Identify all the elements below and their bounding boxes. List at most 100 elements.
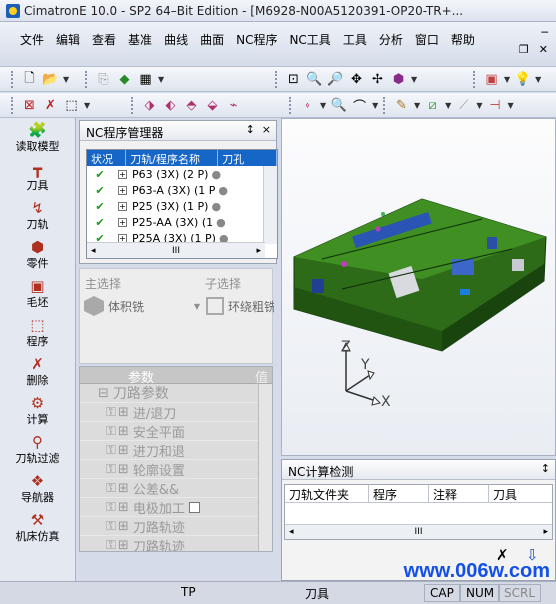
zoom-icon[interactable]: 🔎 bbox=[327, 71, 344, 88]
chevron-down-icon[interactable]: ▼ bbox=[194, 302, 200, 311]
scroll-thumb[interactable]: III bbox=[415, 527, 423, 537]
chevron-down-icon[interactable]: ▼ bbox=[445, 101, 451, 110]
scroll-left-icon[interactable]: ◂ bbox=[91, 246, 96, 256]
chevron-down-icon[interactable]: ▼ bbox=[411, 75, 417, 84]
menu-item[interactable]: 分析 bbox=[373, 31, 409, 48]
zoom-window-icon[interactable]: 🔍 bbox=[306, 71, 323, 88]
chevron-down-icon[interactable]: ▼ bbox=[507, 101, 513, 110]
section-icon[interactable]: ⌒ bbox=[351, 97, 368, 115]
close-icon[interactable]: × bbox=[262, 123, 271, 136]
expand-icon[interactable]: ⊞ bbox=[118, 424, 129, 439]
menu-item[interactable]: 帮助 bbox=[445, 31, 481, 48]
scroll-right-icon[interactable]: ▸ bbox=[256, 246, 261, 256]
minimize-icon[interactable]: ─ bbox=[541, 26, 548, 39]
chevron-down-icon[interactable]: ▼ bbox=[158, 75, 164, 84]
chevron-down-icon[interactable]: ▼ bbox=[504, 75, 510, 84]
box-select-icon[interactable]: ⬚ bbox=[63, 97, 80, 114]
paste-icon[interactable]: ⎘ bbox=[95, 71, 112, 88]
side-item[interactable]: ⬢ 零件 bbox=[0, 235, 75, 274]
side-item[interactable]: ✗ 删除 bbox=[0, 352, 75, 391]
open-file-icon[interactable]: 📂 bbox=[42, 71, 59, 88]
chevron-down-icon[interactable]: ▼ bbox=[476, 101, 482, 110]
menu-item[interactable]: 窗口 bbox=[409, 31, 445, 48]
datum-icon[interactable]: ⊣ bbox=[486, 97, 503, 114]
light-bulb-icon[interactable]: ● bbox=[211, 168, 221, 181]
menu-item[interactable]: 编辑 bbox=[50, 31, 86, 48]
toolbar-grip[interactable] bbox=[85, 71, 89, 88]
scroll-left-icon[interactable]: ◂ bbox=[289, 527, 294, 537]
face-select-icon[interactable]: ⬗ bbox=[141, 97, 158, 114]
main-selection-dropdown[interactable]: 体积铣 ▼ bbox=[84, 295, 200, 317]
side-item[interactable]: ↯ 刀轨 bbox=[0, 196, 75, 235]
electrode-checkbox[interactable] bbox=[188, 501, 200, 513]
expand-icon[interactable]: ⊞ bbox=[118, 519, 129, 534]
vertical-scrollbar[interactable] bbox=[263, 166, 277, 244]
plane-icon[interactable]: ⧄ bbox=[424, 97, 441, 114]
measure-icon[interactable]: ⬫ bbox=[299, 97, 316, 114]
line-icon[interactable]: ⟋ bbox=[455, 97, 472, 114]
menu-item[interactable]: 曲线 bbox=[158, 31, 194, 48]
side-item[interactable]: ❖ 导航器 bbox=[0, 469, 75, 508]
column-comment[interactable]: 注释 bbox=[429, 485, 489, 502]
rotate-icon[interactable]: ✢ bbox=[369, 71, 386, 88]
pin-icon[interactable]: ↕ bbox=[541, 462, 550, 475]
display-mode-icon[interactable]: ▣ bbox=[483, 71, 500, 88]
scroll-right-icon[interactable]: ▸ bbox=[543, 527, 548, 537]
parameter-row[interactable]: ⚿ ⊞ 刀路轨迹 bbox=[80, 536, 272, 552]
chevron-down-icon[interactable]: ▼ bbox=[414, 101, 420, 110]
expand-icon[interactable]: ⊞ bbox=[118, 462, 129, 477]
parameter-row[interactable]: ⚿ ⊞ 进/退刀 bbox=[80, 403, 272, 422]
chevron-down-icon[interactable]: ▼ bbox=[63, 75, 69, 84]
light-bulb-icon[interactable]: ● bbox=[218, 184, 228, 197]
collapse-icon[interactable]: ⊟ bbox=[98, 386, 109, 401]
parameter-row[interactable]: ⚿ ⊞ 电极加工 bbox=[80, 498, 272, 517]
column-status[interactable]: 状况 bbox=[87, 150, 127, 166]
column-name[interactable]: 刀轨/程序名称 bbox=[126, 150, 219, 166]
expand-icon[interactable]: + bbox=[118, 201, 127, 211]
menu-item[interactable]: 曲面 bbox=[194, 31, 230, 48]
toolbar-grip[interactable] bbox=[383, 97, 387, 114]
parameter-row[interactable]: ⊟ 刀路参数 bbox=[80, 384, 272, 403]
light-bulb-icon[interactable]: 💡 bbox=[514, 71, 531, 88]
side-item[interactable]: ⚒ 机床仿真 bbox=[0, 508, 75, 547]
menu-item[interactable]: 文件 bbox=[14, 31, 50, 48]
sub-selection-dropdown[interactable]: 环绕粗铣 bbox=[206, 295, 274, 317]
curve-select-icon[interactable]: ⬖ bbox=[162, 97, 179, 114]
side-item[interactable]: ⬚ 程序 bbox=[0, 313, 75, 352]
column-tool[interactable]: 刀孔 bbox=[218, 150, 277, 166]
pan-icon[interactable]: ✥ bbox=[348, 71, 365, 88]
toolbar-grip[interactable] bbox=[131, 97, 135, 114]
side-item[interactable]: ▣ 毛坯 bbox=[0, 274, 75, 313]
pick-icon[interactable]: ✗ bbox=[42, 97, 59, 114]
shading-icon[interactable]: ▦ bbox=[137, 71, 154, 88]
column-tool[interactable]: 刀具 bbox=[489, 485, 552, 502]
toolbar-grip[interactable] bbox=[11, 71, 15, 88]
render-icon[interactable]: ◆ bbox=[116, 71, 133, 88]
parameter-row[interactable]: ⚿ ⊞ 进刀和退 bbox=[80, 441, 272, 460]
menu-item[interactable]: 工具 bbox=[337, 31, 373, 48]
expand-icon[interactable]: ⊞ bbox=[118, 500, 129, 515]
scroll-thumb[interactable]: III bbox=[172, 246, 180, 256]
nc-program-row[interactable]: ✔ + P63 (3X) (2 P) ● bbox=[87, 166, 277, 182]
side-item[interactable]: ⚲ 刀轨过滤 bbox=[0, 430, 75, 469]
side-item[interactable]: ⚙ 计算 bbox=[0, 391, 75, 430]
parameter-row[interactable]: ⚿ ⊞ 轮廓设置 bbox=[80, 460, 272, 479]
chevron-down-icon[interactable]: ▼ bbox=[535, 75, 541, 84]
horizontal-scrollbar[interactable]: ◂ III ▸ bbox=[87, 242, 265, 258]
close-icon[interactable]: ✕ bbox=[539, 43, 548, 56]
sketch-icon[interactable]: ✎ bbox=[393, 97, 410, 114]
pin-icon[interactable]: ↕ bbox=[246, 123, 255, 136]
menu-item[interactable]: 基准 bbox=[122, 31, 158, 48]
menu-item[interactable]: 查看 bbox=[86, 31, 122, 48]
nc-program-row[interactable]: ✔ + P25-AA (3X) (1 ● bbox=[87, 214, 277, 230]
side-item[interactable]: ┳ 刀具 bbox=[0, 157, 75, 196]
new-file-icon[interactable]: 🗋 bbox=[21, 71, 38, 88]
parameter-row[interactable]: ⚿ ⊞ 刀路轨迹 bbox=[80, 517, 272, 536]
nc-program-row[interactable]: ✔ + P25 (3X) (1 P) ● bbox=[87, 198, 277, 214]
toolbar-grip[interactable] bbox=[289, 97, 293, 114]
expand-icon[interactable]: ⊞ bbox=[118, 481, 129, 496]
expand-icon[interactable]: + bbox=[118, 185, 127, 195]
edge-select-icon[interactable]: ⬘ bbox=[183, 97, 200, 114]
find-icon[interactable]: 🔍 bbox=[330, 97, 347, 114]
light-bulb-icon[interactable]: ● bbox=[216, 216, 226, 229]
